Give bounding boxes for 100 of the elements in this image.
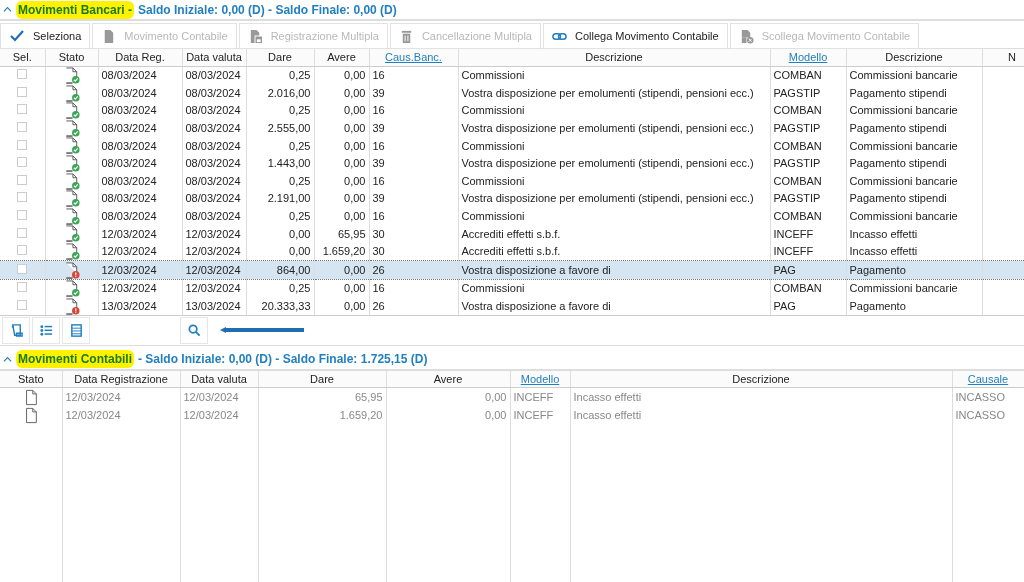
table-cell: 12/03/2024 xyxy=(101,245,157,258)
table-row[interactable]: 12/03/2024 12/03/2024 864,00 0,00 26 Vostra disposizione a favore di PAG Pagamento xyxy=(0,260,1024,280)
table-cell: Pagamento xyxy=(849,300,906,312)
collapse-icon[interactable] xyxy=(3,5,12,14)
table-cell: INCEFF xyxy=(773,227,814,240)
row-checkbox[interactable] xyxy=(17,263,28,274)
search-icon xyxy=(186,322,202,338)
table-cell: 16 xyxy=(372,210,385,223)
table-cell: INCEFF xyxy=(773,245,814,258)
table-row[interactable]: 08/03/2024 08/03/2024 2.191,00 0,00 39 Vostra disposizione per emolumenti (stipendi, pensioni ecc.) PAGSTIP Pagamento stipendi xyxy=(0,189,1024,208)
table-cell: 1.659,20 xyxy=(322,245,366,258)
table-row[interactable]: 08/03/2024 08/03/2024 0,25 0,00 16 Commissioni COMBAN Commissioni bancarie xyxy=(0,136,1024,155)
table-cell: Vostra disposizione a favore di xyxy=(461,300,611,312)
table-cell: 16 xyxy=(372,69,385,82)
table-cell: Incasso effetti xyxy=(573,408,642,421)
table-cell: 864,00 xyxy=(276,263,311,276)
table-cell: 0,00 xyxy=(344,210,366,223)
table-cell: 0,25 xyxy=(289,69,311,82)
row-checkbox[interactable] xyxy=(17,192,28,203)
table-cell: 65,95 xyxy=(354,391,383,404)
table-cell: 08/03/2024 xyxy=(101,69,157,82)
view-button[interactable] xyxy=(32,316,60,344)
column-header: N xyxy=(982,49,1024,66)
table-cell: PAG xyxy=(773,263,796,276)
table-cell: 65,95 xyxy=(337,227,366,240)
table-row[interactable]: 12/03/2024 12/03/2024 0,00 65,95 30 Accrediti effetti s.b.f. INCEFF Incasso effetti xyxy=(0,224,1024,243)
row-checkbox[interactable] xyxy=(17,282,28,293)
row-checkbox[interactable] xyxy=(17,227,28,238)
row-checkbox[interactable] xyxy=(17,245,28,256)
row-checkbox[interactable] xyxy=(17,86,28,97)
table-cell: Commissioni xyxy=(461,139,525,152)
column-header: Sel. xyxy=(0,49,45,66)
table-row[interactable]: 13/03/2024 13/03/2024 20.333,33 0,00 26 Vostra disposizione a favore di PAG Pagamento xyxy=(0,297,1024,315)
table-cell: 0,25 xyxy=(289,210,311,223)
toolbar-button[interactable]: Collega Movimento Contabile xyxy=(542,23,728,49)
table-cell: Pagamento stipendi xyxy=(849,157,947,170)
search-button[interactable] xyxy=(180,316,208,344)
table-cell: 12/03/2024 xyxy=(101,227,157,240)
table-cell: COMBAN xyxy=(773,282,822,295)
table-cell: 0,00 xyxy=(289,245,311,258)
view-button[interactable] xyxy=(2,316,30,344)
table-cell: PAGSTIP xyxy=(773,192,821,205)
list-icon xyxy=(38,322,54,338)
table-cell: 0,00 xyxy=(344,139,366,152)
row-checkbox[interactable] xyxy=(17,174,28,185)
table-row[interactable]: 08/03/2024 08/03/2024 0,25 0,00 16 Commissioni COMBAN Commissioni bancarie xyxy=(0,66,1024,85)
table-cell: 08/03/2024 xyxy=(101,86,157,99)
row-checkbox[interactable] xyxy=(17,139,28,150)
table-cell: COMBAN xyxy=(773,139,822,152)
table-row[interactable]: 08/03/2024 08/03/2024 2.016,00 0,00 39 Vostra disposizione per emolumenti (stipendi, pensioni ecc.) PAGSTIP Pagamento stipendi xyxy=(0,84,1024,102)
table-cell: Incasso effetti xyxy=(573,391,642,404)
table-cell: 08/03/2024 xyxy=(101,122,157,135)
table-cell: COMBAN xyxy=(773,69,822,82)
table-cell: INCASSO xyxy=(955,391,1005,404)
table-cell: 26 xyxy=(372,263,385,276)
table-cell: PAG xyxy=(773,300,796,312)
column-header: Data valuta xyxy=(182,49,246,66)
column-header[interactable]: Modello xyxy=(770,49,846,66)
table-cell: 39 xyxy=(372,192,385,205)
table-cell: 0,00 xyxy=(344,263,366,276)
table-cell: 1.659,20 xyxy=(339,408,383,421)
row-checkbox[interactable] xyxy=(17,157,28,168)
table-cell: 08/03/2024 xyxy=(101,210,157,223)
table-cell: 08/03/2024 xyxy=(101,192,157,205)
table-cell: 08/03/2024 xyxy=(185,192,241,205)
table-cell: 0,00 xyxy=(344,282,366,295)
table-cell: Vostra disposizione per emolumenti (stipendi, pensioni ecc.) xyxy=(461,192,754,205)
view-button[interactable] xyxy=(62,316,90,344)
table-cell: 08/03/2024 xyxy=(101,139,157,152)
table-cell: 0,00 xyxy=(344,192,366,205)
table-cell: PAGSTIP xyxy=(773,157,821,170)
table-row[interactable]: 08/03/2024 08/03/2024 2.555,00 0,00 39 Vostra disposizione per emolumenti (stipendi, pensioni ecc.) PAGSTIP Pagamento stipendi xyxy=(0,119,1024,137)
table-cell: Commissioni bancarie xyxy=(849,104,958,117)
balance-summary: - Saldo Iniziale: 0,00 (D) - Saldo Finale: 1.725,15 (D) xyxy=(138,351,428,369)
row-checkbox[interactable] xyxy=(17,300,28,310)
column-header[interactable]: Caus.Banc. xyxy=(369,49,458,66)
row-checkbox[interactable] xyxy=(17,69,28,80)
table-cell: 16 xyxy=(372,139,385,152)
table-row[interactable]: 08/03/2024 08/03/2024 0,25 0,00 16 Commissioni COMBAN Commissioni bancarie xyxy=(0,172,1024,190)
toolbar-button[interactable]: Seleziona xyxy=(0,23,91,49)
table-cell: 08/03/2024 xyxy=(185,122,241,135)
table-cell: INCEFF xyxy=(513,391,554,404)
table-row[interactable]: 08/03/2024 08/03/2024 1.443,00 0,00 39 Vostra disposizione per emolumenti (stipendi, pensioni ecc.) PAGSTIP Pagamento stipendi xyxy=(0,154,1024,173)
balance-summary: Saldo Iniziale: 0,00 (D) - Saldo Finale: 0,00 (D) xyxy=(138,1,397,19)
table-cell: Pagamento stipendi xyxy=(849,122,947,135)
row-checkbox[interactable] xyxy=(17,122,28,133)
row-checkbox[interactable] xyxy=(17,210,28,221)
collapse-icon[interactable] xyxy=(3,354,12,364)
table-cell: Commissioni xyxy=(461,174,525,187)
table-cell: Vostra disposizione per emolumenti (stipendi, pensioni ecc.) xyxy=(461,157,754,170)
table-row[interactable]: 08/03/2024 08/03/2024 0,25 0,00 16 Commissioni COMBAN Commissioni bancarie xyxy=(0,207,1024,225)
table-cell: Commissioni bancarie xyxy=(849,139,958,152)
table-cell: Incasso effetti xyxy=(849,245,918,258)
table-cell: Vostra disposizione per emolumenti (stipendi, pensioni ecc.) xyxy=(461,86,754,99)
table-cell: 12/03/2024 xyxy=(185,227,241,240)
table-cell: Incasso effetti xyxy=(849,227,918,240)
table-row[interactable]: 08/03/2024 08/03/2024 0,25 0,00 16 Commissioni COMBAN Commissioni bancarie xyxy=(0,101,1024,120)
table-row[interactable]: 12/03/2024 12/03/2024 0,25 0,00 16 Commissioni COMBAN Commissioni bancarie xyxy=(0,279,1024,298)
table-cell: COMBAN xyxy=(773,210,822,223)
row-checkbox[interactable] xyxy=(17,104,28,115)
